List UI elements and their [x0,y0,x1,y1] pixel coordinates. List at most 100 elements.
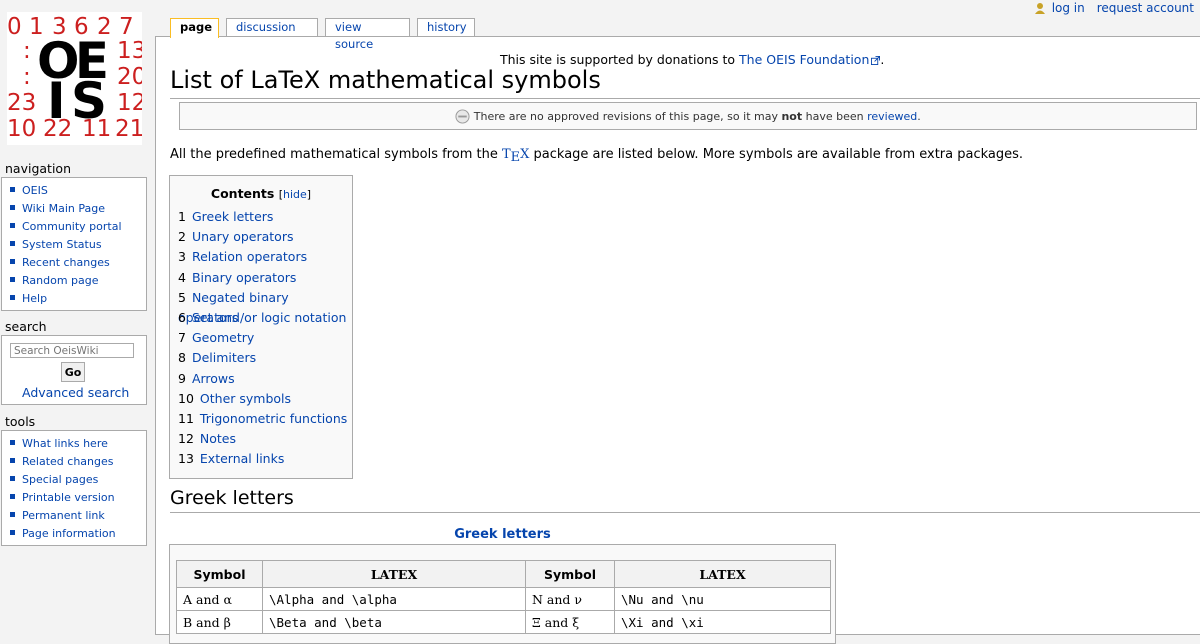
sidebar-item-label[interactable]: What links here [22,437,108,450]
tab-history[interactable]: history [417,18,475,36]
sidebar-item[interactable]: Community portal [10,218,146,236]
review-notice-end: . [917,110,921,123]
sidebar-item-label[interactable]: Wiki Main Page [22,202,105,215]
sidebar-item[interactable]: Special pages [10,471,146,489]
toc-item[interactable]: 13 External links [178,449,352,469]
tex-x: X [520,147,530,162]
sidebar-item[interactable]: Help [10,290,146,308]
toc-item-label[interactable]: Binary operators [192,270,296,285]
svg-text:12: 12 [117,90,142,116]
header-symbol: Symbol [176,560,263,588]
sidebar-item[interactable]: Related changes [10,453,146,471]
sidebar-item[interactable]: OEIS [10,182,146,200]
symbol-cell: Ξ and ξ [525,610,615,634]
sidebar-item[interactable]: Page information [10,525,146,543]
advanced-search-link[interactable]: Advanced search [22,385,129,400]
navigation-heading: navigation [5,161,71,176]
toc-item-label[interactable]: Notes [200,431,236,446]
intro-paragraph: All the predefined mathematical symbols … [170,147,1024,165]
tex-t: T [501,147,511,162]
toc-item[interactable]: 12 Notes [178,429,352,449]
toc-item-label[interactable]: Set and/or logic notation [192,310,346,325]
greek-letters-table: Symbol LATEX Symbol LATEX A and α \Alpha… [169,544,836,644]
tools-heading: tools [5,414,36,429]
sidebar-item-label[interactable]: Page information [22,527,116,540]
review-notice-pre: There are no approved revisions of this … [473,110,782,123]
toc-item-label[interactable]: Trigonometric functions [200,411,347,426]
svg-text:10: 10 [7,116,36,142]
symbol-cell: N and ν [525,587,615,611]
toc-item[interactable]: 11 Trigonometric functions [178,409,352,429]
toc-item-label[interactable]: Arrows [192,371,235,386]
request-account-link[interactable]: request account [1097,1,1194,15]
sidebar-item-label[interactable]: Recent changes [22,256,110,269]
search-input[interactable] [10,343,134,358]
toc-item-label[interactable]: Greek letters [192,209,273,224]
latex-cell: \Nu and \nu [614,587,831,611]
toc-hide-link[interactable]: hide [283,188,307,201]
intro-post: package are listed below. More symbols a… [529,147,1024,162]
sidebar-item[interactable]: Recent changes [10,254,146,272]
header-latex: LATEX [614,560,831,588]
search-heading: search [5,319,47,334]
navigation-list: OEIS Wiki Main Page Community portal System… [2,178,146,308]
sidebar-item[interactable]: Wiki Main Page [10,200,146,218]
toc-item-number: 10 [178,390,194,406]
sidebar-item-label[interactable]: Printable version [22,491,115,504]
toc-list: 1 Greek letters 2 Unary operators 3 Relation … [178,207,352,469]
sidebar-item[interactable]: Printable version [10,489,146,507]
toc-item[interactable]: 9 Arrows [178,369,352,389]
toc-item-label[interactable]: External links [200,451,284,466]
toc-item[interactable]: 1 Greek letters [178,207,352,227]
sidebar-item[interactable]: Random page [10,272,146,290]
toc-item[interactable]: 8 Delimiters [178,348,352,368]
sidebar-item-label[interactable]: Help [22,292,47,305]
toc-item[interactable]: 3 Relation operators [178,247,352,267]
sidebar-item-label[interactable]: Permanent link [22,509,105,522]
toc-item-label[interactable]: Geometry [192,330,254,345]
tab-page[interactable]: page [170,18,219,38]
sidebar-item[interactable]: What links here [10,435,146,453]
toc-item-number: 7 [178,330,186,346]
minus-circle-icon [455,109,470,124]
latex-cell: \Beta and \beta [262,610,526,634]
sidebar-item[interactable]: Permanent link [10,507,146,525]
svg-text:23: 23 [7,90,36,116]
toc-title: Contents [hide] [170,186,352,201]
sidebar-item[interactable]: System Status [10,236,146,254]
toc-item-label[interactable]: Other symbols [200,391,291,406]
sidebar-item-label[interactable]: Community portal [22,220,122,233]
sidebar-item-label[interactable]: Related changes [22,455,114,468]
sidebar-item-label[interactable]: Random page [22,274,99,287]
search-go-button[interactable]: Go [61,362,85,382]
reviewed-link[interactable]: reviewed [867,110,917,123]
tab-view-source[interactable]: view source [325,18,410,51]
sidebar-item-label[interactable]: OEIS [22,184,48,197]
table-of-contents: Contents [hide] 1 Greek letters 2 Unary ope… [169,175,353,479]
toc-heading: Contents [210,186,275,201]
toc-item[interactable]: 4 Binary operators [178,268,352,288]
sidebar-item-label[interactable]: Special pages [22,473,98,486]
site-notice-text: This site is supported by donations to [500,52,740,67]
latex-cell: \Xi and \xi [614,610,831,634]
svg-text:13: 13 [117,38,142,64]
toc-item[interactable]: 2 Unary operators [178,227,352,247]
toc-item-label[interactable]: Unary operators [192,229,294,244]
toc-item-label[interactable]: Relation operators [192,249,307,264]
toc-item-label[interactable]: Delimiters [192,350,256,365]
toc-item-number: 9 [178,370,186,386]
tools-list: What links here Related changes Special pa… [2,431,146,543]
tab-discussion[interactable]: discussion [226,18,318,36]
greek-table-caption[interactable]: Greek letters [170,527,835,542]
toc-item[interactable]: 7 Geometry [178,328,352,348]
sidebar-item-label[interactable]: System Status [22,238,102,251]
toc-item-number: 3 [178,249,186,265]
toc-item[interactable]: 5 Negated binary operators [178,288,352,325]
login-link[interactable]: log in [1052,1,1085,15]
oeis-foundation-link[interactable]: The OEIS Foundation [739,52,869,67]
personal-tools: log in request account [1034,0,1200,16]
toc-item[interactable]: 10 Other symbols [178,389,352,409]
oeis-logo[interactable]: 013 627 132012 ::23 10 22 11 21 OE IS [7,12,142,145]
toc-item[interactable]: 6 Set and/or logic notation [178,308,352,328]
tools-portal: What links here Related changes Special pa… [1,430,147,546]
